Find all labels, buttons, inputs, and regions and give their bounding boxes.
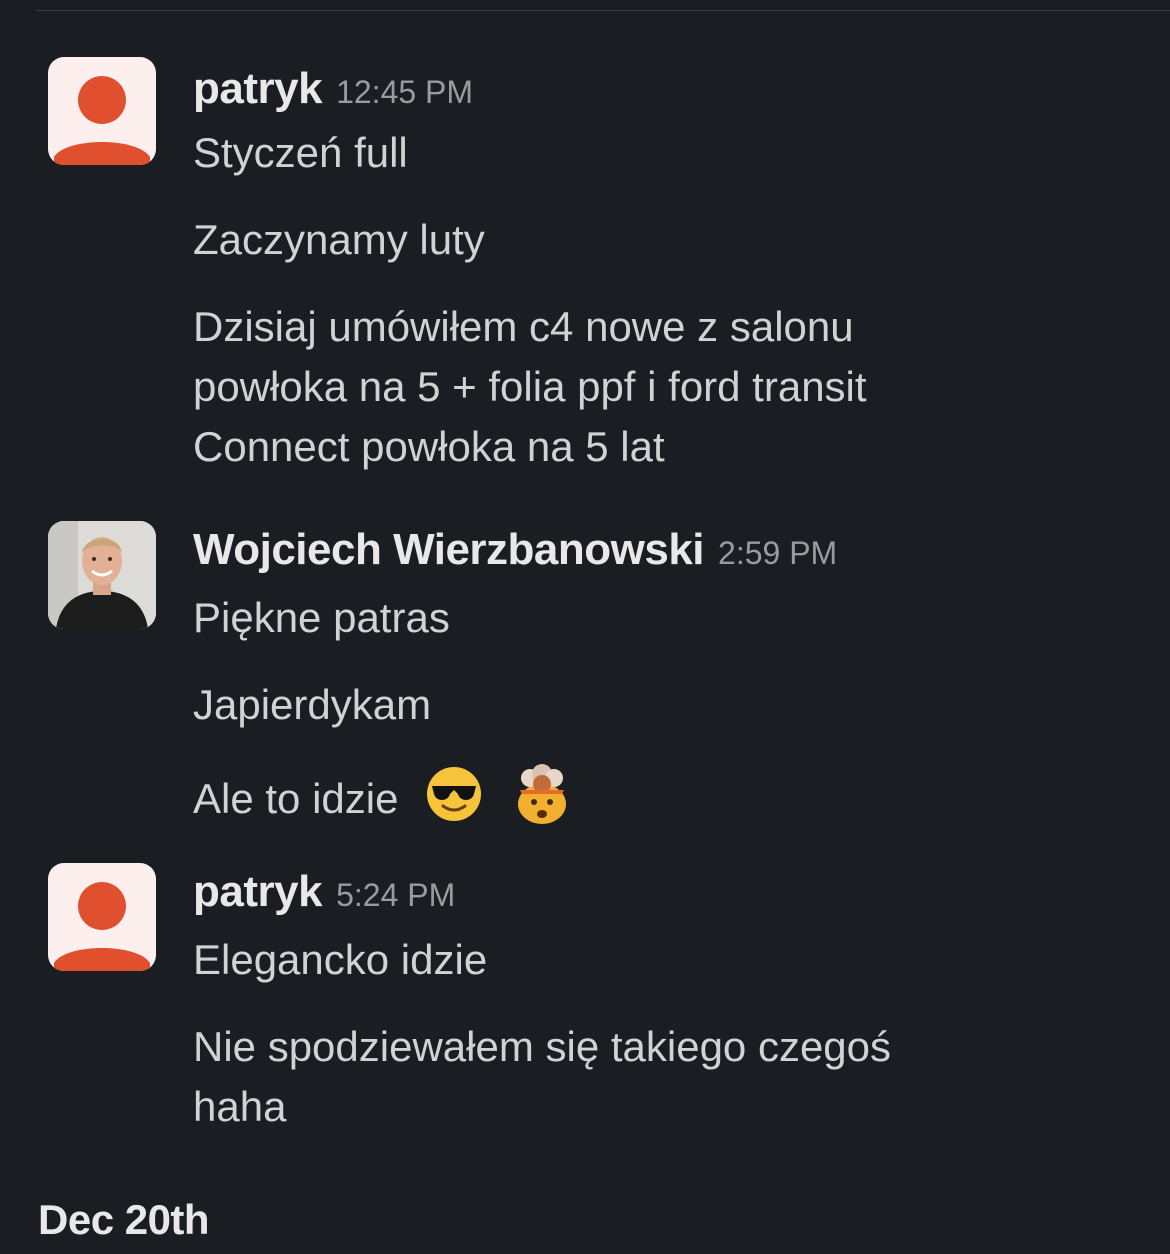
user-avatar-icon[interactable]	[48, 863, 156, 971]
message-header: Wojciech Wierzbanowski 2:59 PM	[193, 524, 1130, 576]
default-avatar-icon	[54, 882, 150, 971]
message-timestamp[interactable]: 12:45 PM	[336, 74, 473, 110]
message-text: Connect powłoka na 5 lat	[193, 423, 665, 470]
message-text: Elegancko idzie	[193, 936, 488, 983]
user-avatar-icon[interactable]	[48, 57, 156, 165]
message-text: Styczeń full	[193, 129, 408, 176]
sunglasses-emoji-icon	[424, 764, 484, 840]
exploding-head-emoji-icon	[510, 762, 574, 842]
date-divider[interactable]: Dec 20th	[38, 1196, 210, 1244]
author-name[interactable]: Wojciech Wierzbanowski	[193, 525, 705, 574]
profile-photo-avatar[interactable]	[48, 521, 156, 629]
message-timestamp[interactable]: 2:59 PM	[718, 535, 837, 571]
message-text: Japierdykam	[193, 681, 432, 728]
message-text: Nie spodziewałem się takiego czegoś	[193, 1023, 892, 1070]
message-text: haha	[193, 1083, 287, 1130]
message-text: powłoka na 5 + folia ppf i ford transit	[193, 363, 867, 410]
message-timestamp[interactable]: 5:24 PM	[336, 877, 455, 913]
message-header: patryk 12:45 PM	[193, 63, 1130, 115]
top-divider	[36, 10, 1170, 11]
message-text: Dzisiaj umówiłem c4 nowe z salonu	[193, 303, 854, 350]
author-name[interactable]: patryk	[193, 64, 323, 113]
message-text: Piękne patras	[193, 594, 450, 641]
default-avatar-icon	[54, 76, 150, 165]
message-text-segment: Ale to idzie	[193, 775, 399, 823]
message-text: Ale to idzie	[193, 762, 1130, 842]
message-text: Zaczynamy luty	[193, 216, 485, 263]
profile-photo	[48, 521, 156, 629]
message-header: patryk 5:24 PM	[193, 866, 1130, 918]
author-name[interactable]: patryk	[193, 867, 323, 916]
